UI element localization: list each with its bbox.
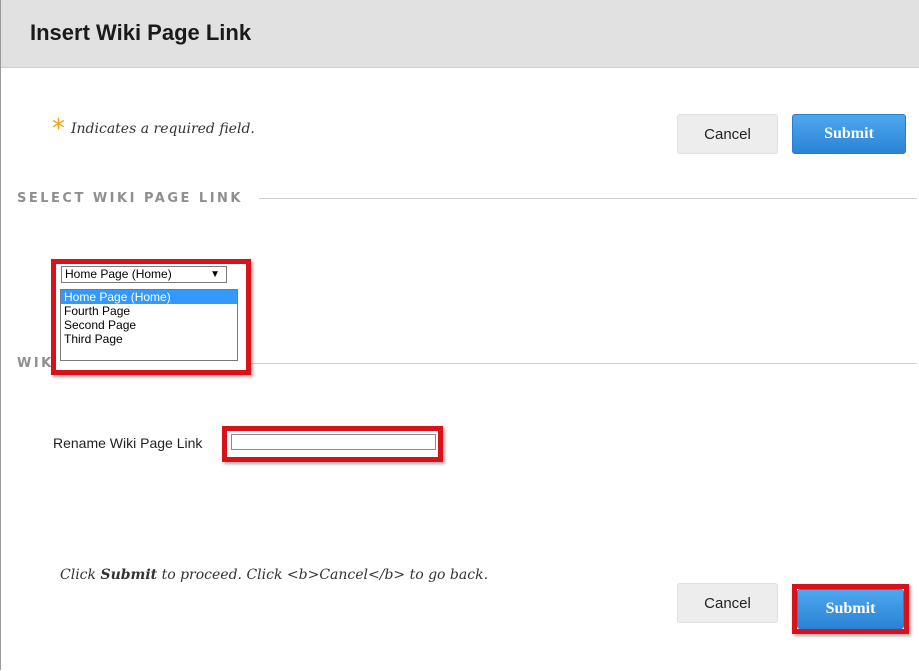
instructions-submit-word: Submit (100, 567, 158, 583)
cancel-button-bottom[interactable]: Cancel (677, 583, 778, 623)
submit-button-top[interactable]: Submit (792, 114, 906, 154)
rename-wiki-page-link-label: Rename Wiki Page Link (53, 435, 203, 451)
dropdown-option[interactable]: Home Page (Home) (61, 290, 237, 304)
dropdown-option[interactable]: Fourth Page (61, 304, 237, 318)
required-note: * Indicates a required field. (52, 114, 255, 144)
wiki-page-select-value: Home Page (Home) (65, 267, 172, 281)
wiki-page-select-highlight: Home Page (Home) ▼ Home Page (Home) Four… (51, 259, 251, 375)
rename-field-highlight (222, 426, 443, 462)
instructions-text: Click Submit to proceed. Click <b>Cancel… (60, 567, 488, 583)
page-title: Insert Wiki Page Link (30, 20, 252, 45)
dropdown-option[interactable]: Second Page (61, 318, 237, 332)
dropdown-option[interactable]: Third Page (61, 332, 237, 346)
dialog-header: Insert Wiki Page Link (1, 0, 919, 68)
rename-wiki-page-link-input[interactable] (231, 434, 436, 450)
required-note-text: Indicates a required field. (71, 121, 255, 137)
required-asterisk-icon: * (52, 114, 65, 144)
instructions-prefix: Click (60, 567, 101, 583)
section-select-wiki-page-link: SELECT WIKI PAGE LINK (17, 191, 917, 206)
wiki-page-select[interactable]: Home Page (Home) ▼ (61, 266, 227, 283)
wiki-page-dropdown-list: Home Page (Home) Fourth Page Second Page… (60, 289, 238, 361)
cancel-button-top[interactable]: Cancel (677, 114, 778, 154)
instructions-suffix: to proceed. Click <b>Cancel</b> to go ba… (157, 567, 489, 583)
dropdown-arrow-icon[interactable]: ▼ (210, 267, 220, 282)
submit-button-highlight (792, 584, 909, 634)
section-divider (259, 198, 917, 199)
section-title: SELECT WIKI PAGE LINK (17, 191, 244, 206)
section-divider (222, 363, 917, 364)
